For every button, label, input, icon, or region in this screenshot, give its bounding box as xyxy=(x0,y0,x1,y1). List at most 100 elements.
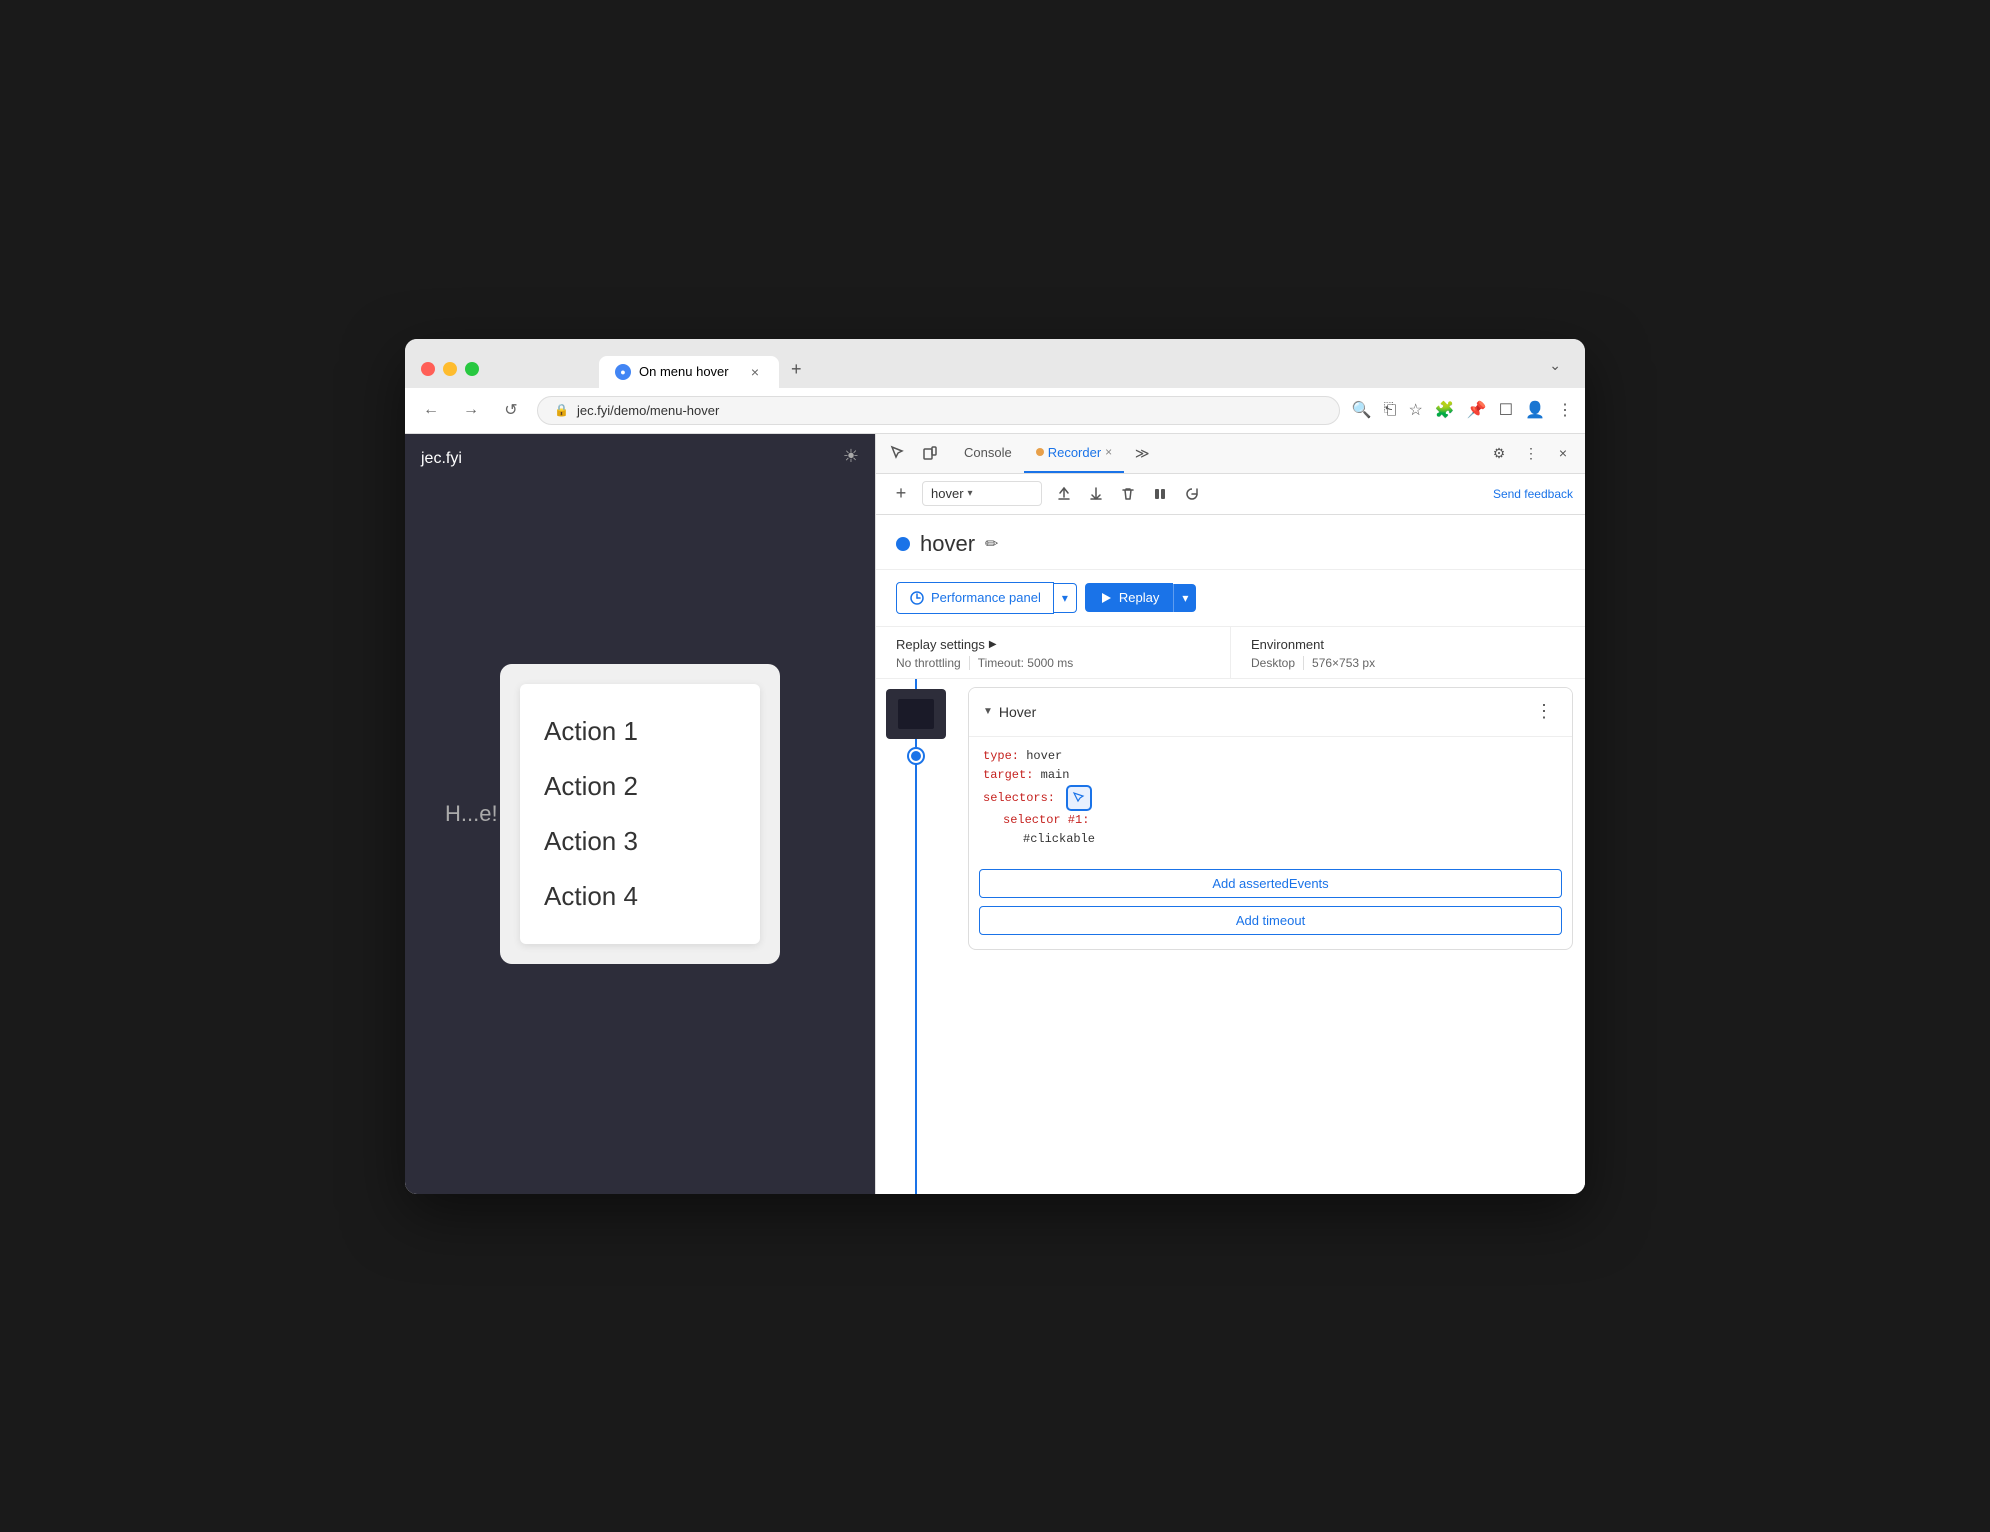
close-devtools-button[interactable]: × xyxy=(1549,439,1577,467)
menu-item-3[interactable]: Action 3 xyxy=(544,814,736,869)
tab-title: On menu hover xyxy=(639,364,729,379)
back-button[interactable]: ← xyxy=(417,396,445,424)
extension-icon[interactable]: 🧩 xyxy=(1435,400,1455,420)
inspect-element-button[interactable] xyxy=(884,439,912,467)
recording-status-indicator xyxy=(896,537,910,551)
settings-right-panel: Environment Desktop 576×753 px xyxy=(1231,627,1585,678)
perf-panel-dropdown-button[interactable]: ▾ xyxy=(1054,583,1077,613)
bookmark-icon[interactable]: ☆ xyxy=(1409,400,1423,420)
webpage-title: jec.fyi xyxy=(421,450,462,468)
devtools-kebab-menu[interactable]: ⋮ xyxy=(1517,439,1545,467)
devtools-toolbar: Console Recorder × ≫ ⚙ ⋮ × xyxy=(876,434,1585,474)
hover-record-card: ▼ Hover ⋮ type: hover xyxy=(968,687,1573,951)
device-value: Desktop xyxy=(1251,656,1303,670)
share-icon[interactable]: ⎗ xyxy=(1384,401,1397,419)
action-buttons-area: Add assertedEvents Add timeout xyxy=(969,859,1572,949)
export-button[interactable] xyxy=(1050,480,1078,508)
replay-group: Replay ▾ xyxy=(1085,583,1197,612)
recording-name-label: hover xyxy=(931,486,964,501)
code-selectors-line: selectors: xyxy=(983,785,1558,811)
step-more-button[interactable]: ⋮ xyxy=(1530,698,1558,726)
thumbnail-inner xyxy=(898,699,934,729)
tab-bar: ● On menu hover × + xyxy=(599,351,810,388)
code-block: type: hover target: main selectors: xyxy=(969,737,1572,860)
resolution-value: 576×753 px xyxy=(1303,656,1383,670)
environment-label: Environment xyxy=(1251,637,1565,652)
add-asserted-events-button[interactable]: Add assertedEvents xyxy=(979,869,1562,898)
account-icon[interactable]: 👤 xyxy=(1525,400,1545,420)
close-button[interactable] xyxy=(421,362,435,376)
tab-console[interactable]: Console xyxy=(952,433,1024,473)
pin-icon[interactable]: 📌 xyxy=(1467,400,1487,420)
traffic-lights xyxy=(421,362,479,376)
code-selector-val-line: #clickable xyxy=(983,830,1558,849)
more-options-icon[interactable]: ⋮ xyxy=(1557,400,1573,420)
hover-step-label: Hover xyxy=(999,704,1036,720)
settings-left-panel: Replay settings ▶ No throttling Timeout:… xyxy=(876,627,1231,678)
code-selector-num-line: selector #1: xyxy=(983,811,1558,830)
browser-window: ● On menu hover × + ⌄ ← → ↺ 🔒 jec.fyi/de… xyxy=(405,339,1585,1194)
step-detail-panel: ▼ Hover ⋮ type: hover xyxy=(956,679,1585,1194)
search-icon[interactable]: 🔍 xyxy=(1352,400,1372,420)
brightness-icon[interactable]: ☀ xyxy=(843,446,859,467)
download-button[interactable] xyxy=(1082,480,1110,508)
add-recording-button[interactable]: + xyxy=(888,481,914,507)
hover-record-header: ▼ Hover ⋮ xyxy=(969,688,1572,736)
send-feedback-button[interactable]: Send feedback xyxy=(1493,487,1573,501)
menu-inner: Action 1 Action 2 Action 3 Action 4 xyxy=(520,684,760,944)
replay-settings-label[interactable]: Replay settings ▶ xyxy=(896,637,1210,652)
timeline-step-dot xyxy=(909,749,923,763)
settings-button[interactable]: ⚙ xyxy=(1485,439,1513,467)
maximize-button[interactable] xyxy=(465,362,479,376)
recording-title-row: hover ✏ xyxy=(876,515,1585,570)
refresh-button[interactable]: ↺ xyxy=(497,396,525,424)
target-val: main xyxy=(1041,768,1070,782)
sidebar-icon[interactable]: ☐ xyxy=(1499,400,1513,420)
address-input[interactable]: 🔒 jec.fyi/demo/menu-hover xyxy=(537,396,1340,425)
recorder-tab-close[interactable]: × xyxy=(1105,445,1112,459)
url-text: jec.fyi/demo/menu-hover xyxy=(577,403,719,418)
new-tab-button[interactable]: + xyxy=(783,351,810,388)
add-timeout-button[interactable]: Add timeout xyxy=(979,906,1562,935)
action-buttons-row: Performance panel ▾ Replay ▾ xyxy=(876,570,1585,627)
devtools-tabs: Console Recorder × ≫ xyxy=(952,433,1156,473)
throttling-value: No throttling xyxy=(896,656,969,670)
replay-button[interactable]: Replay xyxy=(1085,583,1173,612)
hover-step-title: ▼ Hover xyxy=(983,704,1036,720)
settings-values: No throttling Timeout: 5000 ms xyxy=(896,656,1210,670)
menu-item-1[interactable]: Action 1 xyxy=(544,704,736,759)
tab-recorder[interactable]: Recorder × xyxy=(1024,433,1124,473)
replay-dropdown-button[interactable]: ▾ xyxy=(1173,584,1196,612)
start-recording-button[interactable] xyxy=(1146,480,1174,508)
recorder-tab-label: Recorder xyxy=(1036,445,1101,460)
expand-arrow-icon[interactable]: ▼ xyxy=(983,706,993,717)
step-replay-button[interactable] xyxy=(1178,480,1206,508)
devtools-panel: Console Recorder × ≫ ⚙ ⋮ × xyxy=(875,434,1585,1194)
type-key: type: xyxy=(983,749,1019,763)
timeline-thumbnail-wrapper xyxy=(886,689,946,743)
selector-num-key: selector #1: xyxy=(1003,813,1089,827)
active-tab[interactable]: ● On menu hover × xyxy=(599,356,779,388)
tab-favicon: ● xyxy=(615,364,631,380)
window-dropdown[interactable]: ⌄ xyxy=(1549,357,1569,382)
delete-recording-button[interactable] xyxy=(1114,480,1142,508)
minimize-button[interactable] xyxy=(443,362,457,376)
recording-select[interactable]: hover ▾ xyxy=(922,481,1042,506)
forward-button[interactable]: → xyxy=(457,396,485,424)
timeout-value: Timeout: 5000 ms xyxy=(969,656,1082,670)
more-tabs-button[interactable]: ≫ xyxy=(1128,439,1156,467)
menu-item-4[interactable]: Action 4 xyxy=(544,869,736,924)
partial-text: H...e! xyxy=(445,801,505,827)
menu-item-2[interactable]: Action 2 xyxy=(544,759,736,814)
target-key: target: xyxy=(983,768,1033,782)
main-content: jec.fyi ☀ H...e! Action 1 Action 2 Actio… xyxy=(405,434,1585,1194)
tab-close-button[interactable]: × xyxy=(747,364,763,380)
edit-recording-name-button[interactable]: ✏ xyxy=(985,534,998,554)
webpage-panel: jec.fyi ☀ H...e! Action 1 Action 2 Actio… xyxy=(405,434,875,1194)
selector-value: #clickable xyxy=(1023,832,1095,846)
performance-panel-button[interactable]: Performance panel xyxy=(896,582,1054,614)
timeline-sidebar xyxy=(876,679,956,1194)
performance-panel-label: Performance panel xyxy=(931,590,1041,605)
device-toolbar-button[interactable] xyxy=(916,439,944,467)
replay-settings-arrow: ▶ xyxy=(989,639,997,650)
